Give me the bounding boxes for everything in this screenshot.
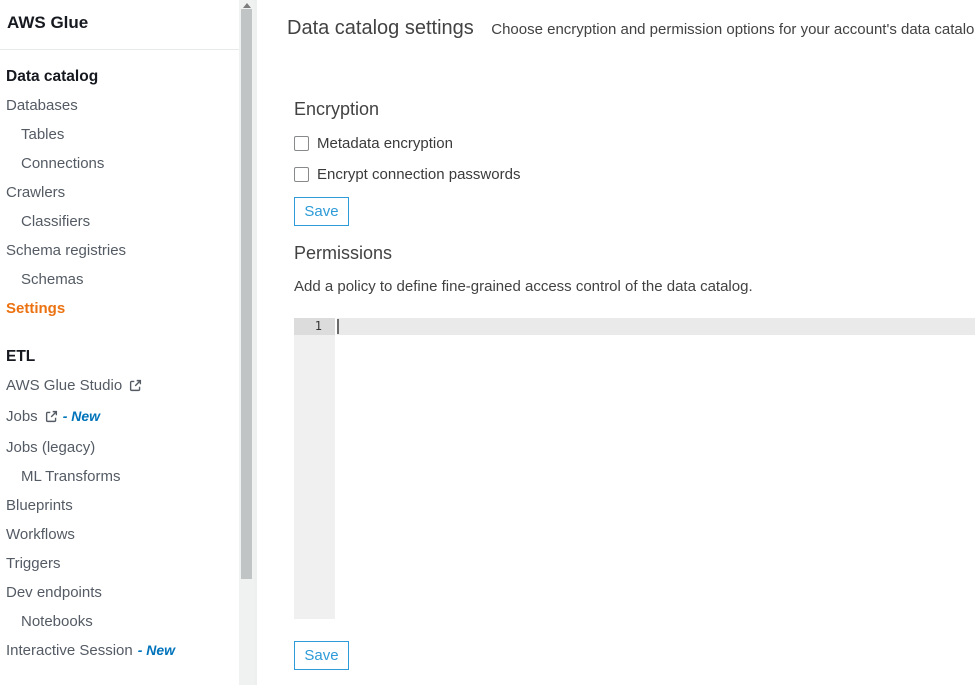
page-title: Data catalog settings bbox=[287, 17, 474, 39]
new-badge: - New bbox=[138, 642, 175, 658]
sidebar-item-interactive-session[interactable]: Interactive Session - New bbox=[0, 636, 239, 665]
sidebar-item-dev-endpoints[interactable]: Dev endpoints bbox=[0, 578, 239, 607]
metadata-encryption-row: Metadata encryption bbox=[294, 135, 453, 152]
encryption-save-button[interactable]: Save bbox=[294, 197, 349, 226]
permissions-description: Add a policy to define fine-grained acce… bbox=[294, 278, 753, 295]
external-link-icon bbox=[45, 404, 58, 433]
sidebar-item-notebooks[interactable]: Notebooks bbox=[0, 607, 239, 636]
permissions-heading: Permissions bbox=[294, 243, 392, 264]
sidebar-item-databases[interactable]: Databases bbox=[0, 91, 239, 120]
main-content: Data catalog settings Choose encryption … bbox=[257, 0, 975, 685]
sidebar-item-jobs[interactable]: Jobs - New bbox=[0, 402, 239, 433]
encrypt-passwords-checkbox[interactable] bbox=[294, 167, 309, 182]
sidebar-item-crawlers[interactable]: Crawlers bbox=[0, 178, 239, 207]
encryption-heading: Encryption bbox=[294, 99, 379, 120]
nav-section-data-catalog: Data catalog Databases Tables Connection… bbox=[0, 62, 239, 323]
sidebar-item-aws-glue-studio[interactable]: AWS Glue Studio bbox=[0, 371, 239, 402]
sidebar-scrollbar[interactable] bbox=[239, 0, 254, 685]
page-header: Data catalog settings Choose encryption … bbox=[287, 17, 975, 40]
new-badge: - New bbox=[63, 408, 100, 424]
encrypt-passwords-label[interactable]: Encrypt connection passwords bbox=[317, 166, 520, 183]
sidebar-item-triggers[interactable]: Triggers bbox=[0, 549, 239, 578]
sidebar-item-blueprints[interactable]: Blueprints bbox=[0, 491, 239, 520]
sidebar-item-schema-registries[interactable]: Schema registries bbox=[0, 236, 239, 265]
sidebar-item-ml-transforms[interactable]: ML Transforms bbox=[0, 462, 239, 491]
sidebar-item-label: AWS Glue Studio bbox=[6, 377, 122, 394]
sidebar-item-label: Interactive Session bbox=[6, 642, 133, 659]
metadata-encryption-checkbox[interactable] bbox=[294, 136, 309, 151]
sidebar-item-connections[interactable]: Connections bbox=[0, 149, 239, 178]
editor-cursor bbox=[337, 319, 339, 334]
permissions-save-button[interactable]: Save bbox=[294, 641, 349, 670]
external-link-icon bbox=[129, 373, 142, 402]
sidebar-item-label: Jobs bbox=[6, 408, 38, 425]
nav-heading-data-catalog: Data catalog bbox=[0, 62, 239, 91]
sidebar-item-tables[interactable]: Tables bbox=[0, 120, 239, 149]
sidebar-item-classifiers[interactable]: Classifiers bbox=[0, 207, 239, 236]
sidebar-item-workflows[interactable]: Workflows bbox=[0, 520, 239, 549]
nav-section-etl: ETL AWS Glue Studio Jobs - New Jobs (lega… bbox=[0, 342, 239, 665]
nav-heading-etl: ETL bbox=[0, 342, 239, 371]
sidebar-nav: Data catalog Databases Tables Connection… bbox=[0, 50, 239, 665]
sidebar-item-schemas[interactable]: Schemas bbox=[0, 265, 239, 294]
page-subtitle: Choose encryption and permission options… bbox=[491, 21, 975, 38]
editor-gutter: 1 bbox=[294, 318, 335, 619]
scrollbar-up-arrow-icon[interactable] bbox=[243, 3, 251, 8]
editor-active-line[interactable] bbox=[337, 318, 975, 335]
scrollbar-thumb[interactable] bbox=[241, 9, 252, 579]
sidebar: AWS Glue Data catalog Databases Tables C… bbox=[0, 0, 239, 685]
encrypt-passwords-row: Encrypt connection passwords bbox=[294, 166, 520, 183]
editor-line-number: 1 bbox=[294, 318, 335, 335]
metadata-encryption-label[interactable]: Metadata encryption bbox=[317, 135, 453, 152]
sidebar-item-settings[interactable]: Settings bbox=[0, 294, 239, 323]
policy-editor[interactable]: 1 bbox=[294, 318, 975, 619]
sidebar-item-jobs-legacy[interactable]: Jobs (legacy) bbox=[0, 433, 239, 462]
app-title: AWS Glue bbox=[0, 0, 239, 50]
